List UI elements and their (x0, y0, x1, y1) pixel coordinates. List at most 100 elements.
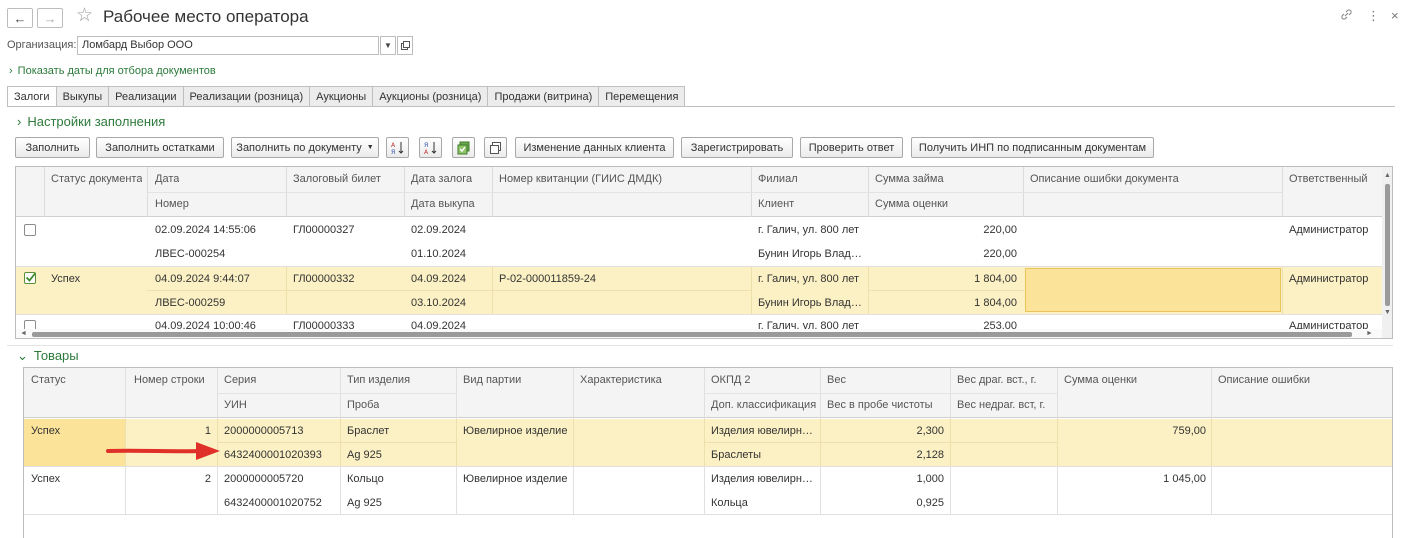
goods-table: Статус Номер строки Серия УИН Тип издели… (23, 367, 1393, 538)
tab-auctions-retail[interactable]: Аукционы (розница) (373, 86, 489, 107)
close-icon[interactable]: × (1391, 8, 1399, 23)
vertical-scrollbar[interactable]: ▲ ▼ (1382, 167, 1392, 338)
col-header-error-desc[interactable]: Описание ошибки (1218, 374, 1310, 386)
link-icon[interactable] (1340, 8, 1353, 24)
show-dates-link[interactable]: › Показать даты для отбора документов (9, 65, 216, 77)
doc-ticket: ГЛ00000332 (293, 273, 355, 285)
tab-transfers[interactable]: Перемещения (599, 86, 686, 107)
doc-number: ЛВЕС-000259 (155, 297, 226, 309)
page-title: Рабочее место оператора (103, 7, 309, 26)
doc-loan: 220,00 (983, 224, 1017, 236)
col-header-line-no[interactable]: Номер строки (134, 374, 205, 386)
sort-descending-button[interactable]: ЯA (419, 137, 442, 158)
item-batch-type: Ювелирное изделие (463, 473, 568, 485)
fill-remaining-button[interactable]: Заполнить остатками (96, 137, 224, 158)
col-header-estimate[interactable]: Сумма оценки (875, 198, 948, 210)
tab-sales[interactable]: Реализации (109, 86, 184, 107)
col-header-probe[interactable]: Проба (347, 399, 379, 411)
col-header-loan[interactable]: Сумма займа (875, 173, 944, 185)
item-okpd: Изделия ювелирн… (711, 425, 813, 437)
col-header-status[interactable]: Статус (31, 374, 66, 386)
change-client-data-button[interactable]: Изменение данных клиента (515, 137, 674, 158)
col-header-add-class[interactable]: Доп. классификация (711, 399, 816, 411)
item-weight: 2,300 (916, 425, 944, 437)
col-header-item-type[interactable]: Тип изделия (347, 374, 410, 386)
uncheck-all-button[interactable] (484, 137, 507, 158)
doc-pledge-date: 04.09.2024 (411, 273, 467, 285)
col-header-batch-type[interactable]: Вид партии (463, 374, 521, 386)
get-inp-button[interactable]: Получить ИНП по подписанным документам (911, 137, 1154, 158)
col-header-receipt[interactable]: Номер квитанции (ГИИС ДМДК) (499, 173, 662, 185)
col-header-uin[interactable]: УИН (224, 399, 247, 411)
scrollbar-thumb[interactable] (1385, 184, 1390, 306)
doc-client: Бунин Игорь Влад… (758, 248, 862, 260)
svg-text:A: A (424, 149, 429, 155)
org-field[interactable]: Ломбард Выбор ООО (77, 36, 379, 55)
check-all-button[interactable] (452, 137, 475, 158)
open-button[interactable] (397, 36, 413, 55)
col-header-client[interactable]: Клиент (758, 198, 794, 210)
documents-table: Статус документа Дата Номер Залоговый би… (15, 166, 1393, 339)
item-batch-type: Ювелирное изделие (463, 425, 568, 437)
col-header-estimate[interactable]: Сумма оценки (1064, 374, 1137, 386)
item-line-no: 1 (204, 425, 211, 437)
item-weight-pure: 2,128 (916, 449, 944, 461)
item-series: 2000000005713 (224, 425, 304, 437)
register-button[interactable]: Зарегистрировать (681, 137, 793, 158)
sort-ascending-button[interactable]: AЯ (386, 137, 409, 158)
row-checkbox-checked[interactable] (24, 272, 36, 284)
col-header-responsible[interactable]: Ответственный (1289, 173, 1368, 185)
settings-section-toggle[interactable]: › Настройки заполнения (17, 114, 165, 129)
tab-sales-retail[interactable]: Реализации (розница) (183, 86, 311, 107)
col-header-buyout-date[interactable]: Дата выкупа (411, 198, 475, 210)
item-add-class: Кольца (711, 497, 748, 509)
scroll-down-icon[interactable]: ▼ (1384, 309, 1391, 316)
fill-by-document-label: Заполнить по документу (236, 141, 362, 154)
dropdown-button[interactable]: ▼ (380, 36, 396, 55)
doc-buyout-date: 01.10.2024 (411, 248, 467, 260)
row-checkbox[interactable] (24, 224, 36, 236)
col-header-weight[interactable]: Вес (827, 374, 846, 386)
more-menu-icon[interactable]: ⋮ (1367, 8, 1380, 24)
col-header-date[interactable]: Дата (155, 173, 179, 185)
col-header-characteristic[interactable]: Характеристика (580, 374, 662, 386)
col-header-series[interactable]: Серия (224, 374, 256, 386)
arrow-left-icon: ← (13, 10, 27, 26)
col-header-pledge-date[interactable]: Дата залога (411, 173, 472, 185)
item-line-no: 2 (204, 473, 211, 485)
col-header-okpd[interactable]: ОКПД 2 (711, 374, 751, 386)
horizontal-scrollbar[interactable]: ◄ ► (16, 329, 1382, 338)
col-header-weight-nonprecious[interactable]: Вес недраг. вст, г. (957, 399, 1045, 411)
tab-pledges[interactable]: Залоги (7, 86, 57, 107)
scroll-left-icon[interactable]: ◄ (20, 330, 27, 337)
goods-section-toggle[interactable]: ⌄ Товары (17, 348, 79, 364)
uncheck-all-icon (489, 141, 501, 154)
col-header-weight-precious[interactable]: Вес драг. вст., г. (957, 374, 1036, 386)
favorite-star-icon[interactable]: ☆ (76, 6, 93, 26)
col-header-number[interactable]: Номер (155, 198, 189, 210)
tab-sales-showcase[interactable]: Продажи (витрина) (488, 86, 600, 107)
org-label: Организация: (7, 39, 77, 51)
fill-button[interactable]: Заполнить (15, 137, 90, 158)
doc-ticket: ГЛ00000327 (293, 224, 355, 236)
fill-by-document-button[interactable]: Заполнить по документу ▼ (231, 137, 379, 158)
back-button[interactable]: ← (7, 8, 33, 28)
check-answer-button[interactable]: Проверить ответ (800, 137, 903, 158)
col-header-branch[interactable]: Филиал (758, 173, 798, 185)
scroll-right-icon[interactable]: ► (1366, 330, 1373, 337)
scroll-up-icon[interactable]: ▲ (1384, 172, 1391, 179)
error-desc-cell-active[interactable] (1025, 268, 1281, 312)
dropdown-triangle-icon: ▼ (366, 144, 374, 151)
tab-buyouts[interactable]: Выкупы (56, 86, 110, 107)
item-series: 2000000005720 (224, 473, 304, 485)
tab-auctions[interactable]: Аукционы (310, 86, 374, 107)
doc-branch: г. Галич, ул. 800 лет (758, 224, 860, 236)
item-probe: Ag 925 (347, 449, 382, 461)
arrow-right-icon: → (43, 10, 57, 26)
col-header-status[interactable]: Статус документа (51, 173, 142, 185)
col-header-error-desc[interactable]: Описание ошибки документа (1030, 173, 1179, 185)
scrollbar-thumb[interactable] (32, 332, 1352, 337)
forward-button[interactable]: → (37, 8, 63, 28)
col-header-ticket[interactable]: Залоговый билет (293, 173, 381, 185)
col-header-weight-pure[interactable]: Вес в пробе чистоты (827, 399, 933, 411)
